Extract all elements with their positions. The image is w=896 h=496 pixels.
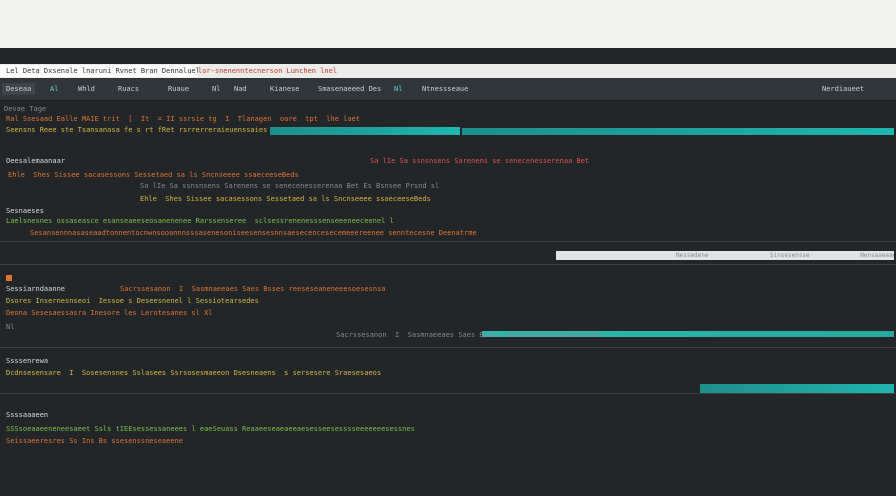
section-header: Sessiarndaanne [6, 285, 66, 293]
line-number: Nl [6, 323, 15, 331]
warning-icon [6, 275, 12, 281]
code-line: Sacrssesanon I Sasmnaeeaes Saes Bsses re… [336, 331, 602, 339]
code-line: Laelsnesnes ossaseasce esanseaeeseosanen… [6, 217, 394, 225]
browser-url[interactable]: lor-snenenntecnerson Lunchen lnel [192, 65, 374, 77]
menu-item-11[interactable]: Nerdiaueet [822, 83, 864, 95]
tab-title: Lel Deta Dxsenale lnaruni Rvnet Bran Den… [6, 67, 198, 75]
code-line: Ral Ssesaad Ealle MAIE trit [ It = II ss… [6, 115, 361, 123]
tab-url: lor-snenenntecnerson Lunchen lnel [198, 67, 338, 75]
menu-item-6[interactable]: Nad [234, 83, 247, 95]
info-panel-text: Nessedene Sinsesensse Nensaaeeaeeael [676, 252, 894, 259]
divider [0, 264, 896, 265]
section-header: Oeesalemaanaar [6, 157, 66, 165]
code-line: Deona Sesesaessasra Inesore les Lerotesa… [6, 309, 213, 317]
browser-tab-bar: Lel Deta Dxsenale lnaruni Rvnet Bran Den… [0, 64, 896, 78]
menu-item-10[interactable]: Ntnessseaue [422, 83, 468, 95]
code-line: Sacrssesanon I Sasmnaeeaes Saes Bsses re… [120, 285, 386, 293]
section-header: Ssssenrewa [6, 357, 49, 365]
code-line: Sa lIe Sa ssnsnsens Sarenens se senecene… [140, 182, 440, 190]
code-line: Seensns Reee ste Tsansanasa fe s rt fRet… [6, 126, 268, 134]
menu-bar: Deseaa Al Whld Ruacs Ruaue Nl Nad Kianes… [0, 78, 896, 101]
code-line: Ehle Shes Sissee sacasessons Sessetaed s… [140, 195, 431, 203]
code-editor-window: Lel Deta Dxsenale lnaruni Rvnet Bran Den… [0, 48, 896, 496]
code-line: SSSsoeaaeeneneesaeet Ssls tIEEsessessane… [6, 425, 415, 433]
divider [0, 393, 896, 394]
code-line: Dsores Insernesnseoi Iessoe s Deseesnene… [6, 297, 259, 305]
divider [0, 347, 896, 348]
divider [0, 241, 896, 242]
section-header: Ssssaaaeen [6, 411, 49, 419]
selection-highlight [462, 128, 894, 135]
code-line: Sesansennnasaseaadtonnentocnwnsooannnsss… [30, 229, 477, 237]
menu-item-9[interactable]: Nl [394, 83, 402, 95]
info-panel: Nessedene Sinsesensse Nensaaeeaeeael [556, 251, 894, 260]
code-line: Sa lIe Sa ssnsnsens Sarenens se senecene… [370, 157, 590, 165]
code-line: Seissaeeresres Ss Ins Bs ssesenssneseaee… [6, 437, 184, 445]
code-line: Ehle Shes Sissee sacasessons Sessetaed s… [8, 171, 299, 179]
code-line: Dcdnsesensare I Sosesensnes Sslasees Ssr… [6, 369, 382, 377]
menu-item-7[interactable]: Kianese [270, 83, 300, 95]
menu-item-0[interactable]: Deseaa [2, 83, 36, 95]
section-header: Sesnaeses [6, 207, 44, 215]
menu-item-1[interactable]: Al [50, 83, 58, 95]
section-header: Devae Tage [4, 105, 47, 113]
menu-item-8[interactable]: Smasenaeeed Des [318, 83, 381, 95]
editor-pane[interactable]: Devae Tage Ral Ssesaad Ealle MAIE trit [… [0, 101, 896, 496]
top-margin [0, 0, 896, 48]
browser-tab-active[interactable]: Lel Deta Dxsenale lnaruni Rvnet Bran Den… [0, 65, 198, 77]
menu-item-4[interactable]: Ruaue [168, 83, 189, 95]
menu-item-2[interactable]: Whld [78, 83, 95, 95]
menu-item-5[interactable]: Nl [212, 83, 220, 95]
menu-item-3[interactable]: Ruacs [118, 83, 139, 95]
selection-highlight [270, 127, 460, 135]
